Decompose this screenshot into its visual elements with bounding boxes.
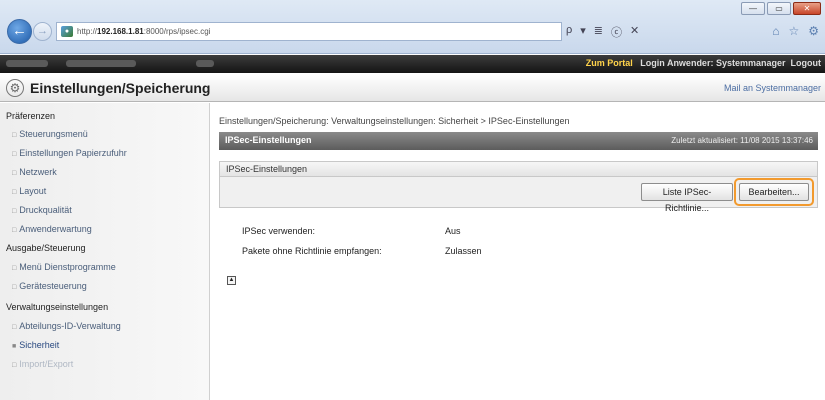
sidebar-item-network[interactable]: □ Netzwerk bbox=[12, 167, 57, 177]
sidebar-group-management: Verwaltungseinstellungen bbox=[6, 302, 109, 312]
sidebar-item-paper-source[interactable]: □ Einstellungen Papierzufuhr bbox=[12, 148, 127, 158]
sidebar-item-label: Import/Export bbox=[19, 359, 74, 369]
sidebar-item-label: Netzwerk bbox=[19, 167, 57, 177]
login-user-label: Login Anwender: Systemmanager bbox=[640, 58, 786, 68]
sidebar-item-department-id[interactable]: □ Abteilungs-ID-Verwaltung bbox=[12, 321, 121, 331]
bullet-square-icon: □ bbox=[12, 227, 17, 234]
section-button-bar: Liste IPSec-Richtlinie... Bearbeiten... bbox=[220, 177, 817, 213]
maximize-button[interactable]: ▭ bbox=[767, 2, 791, 15]
sidebar: Präferenzen □ Steuerungsmenü □ Einstellung… bbox=[0, 103, 210, 400]
star-icon[interactable]: ☆ bbox=[788, 24, 799, 38]
sidebar-group-output-control: Ausgabe/Steuerung bbox=[6, 243, 86, 253]
sidebar-item-label: Steuerungsmenü bbox=[19, 129, 88, 139]
refresh-icon[interactable]: ⓒ bbox=[611, 24, 622, 40]
address-bar[interactable]: ● http://192.168.1.81:8000/rps/ipsec.cgi bbox=[56, 22, 562, 41]
home-icon[interactable]: ⌂ bbox=[772, 24, 779, 38]
receive-non-policy-label: Pakete ohne Richtlinie empfangen: bbox=[242, 246, 382, 256]
sidebar-item-print-quality[interactable]: □ Druckqualität bbox=[12, 205, 72, 215]
bullet-square-icon: □ bbox=[12, 265, 17, 272]
device-header-bar: Zum Portal Login Anwender: Systemmanager… bbox=[0, 55, 825, 73]
bullet-square-icon: □ bbox=[12, 170, 17, 177]
settings-gear-icon: ⚙ bbox=[6, 79, 24, 97]
sidebar-item-control-menu[interactable]: □ Steuerungsmenü bbox=[12, 129, 88, 139]
stop-icon[interactable]: ✕ bbox=[630, 24, 639, 40]
sidebar-item-security[interactable]: ■ Sicherheit bbox=[12, 340, 59, 350]
arrow-right-icon: → bbox=[37, 25, 48, 37]
page-title: Einstellungen/Speicherung bbox=[30, 80, 211, 96]
browser-favorites: ⌂ ☆ ⚙ bbox=[772, 24, 819, 38]
bullet-square-icon: □ bbox=[12, 132, 17, 139]
section-title: IPSec-Einstellungen bbox=[220, 162, 817, 177]
dropdown-icon[interactable]: ▾ bbox=[580, 24, 586, 40]
sidebar-item-label: Druckqualität bbox=[19, 205, 72, 215]
arrow-left-icon: ← bbox=[12, 22, 27, 39]
bullet-square-icon: □ bbox=[12, 284, 17, 291]
sidebar-item-utility-menu[interactable]: □ Menü Dienstprogramme bbox=[12, 262, 116, 272]
sidebar-item-device-control[interactable]: □ Gerätesteuerung bbox=[12, 281, 87, 291]
bullet-square-icon: □ bbox=[12, 208, 17, 215]
device-name-redacted bbox=[6, 60, 48, 67]
ipsec-settings-section: IPSec-Einstellungen Liste IPSec-Richtlin… bbox=[219, 161, 818, 213]
sidebar-item-layout[interactable]: □ Layout bbox=[12, 186, 46, 196]
last-updated-timestamp: Zuletzt aktualisiert: 11/08 2015 13:37:4… bbox=[671, 136, 813, 145]
sidebar-item-label: Gerätesteuerung bbox=[19, 281, 87, 291]
sidebar-item-import-export[interactable]: □ Import/Export bbox=[12, 359, 73, 369]
ipsec-use-label: IPSec verwenden: bbox=[242, 226, 316, 236]
callout-highlight bbox=[734, 178, 814, 206]
panel-header: IPSec-Einstellungen Zuletzt aktualisiert… bbox=[219, 132, 818, 150]
bullet-square-icon: □ bbox=[12, 362, 17, 369]
sidebar-item-label: Sicherheit bbox=[19, 340, 60, 350]
sidebar-item-label: Einstellungen Papierzufuhr bbox=[19, 148, 127, 158]
logout-link[interactable]: Logout bbox=[791, 58, 822, 68]
browser-chrome: — ▭ ✕ ← → ● http://192.168.1.81:8000/rps… bbox=[0, 0, 825, 54]
sidebar-item-label: Layout bbox=[19, 186, 47, 196]
receive-non-policy-value: Zulassen bbox=[445, 246, 482, 256]
panel-title: IPSec-Einstellungen bbox=[225, 135, 312, 145]
bullet-square-icon: □ bbox=[12, 189, 17, 196]
bullet-square-icon: □ bbox=[12, 324, 17, 331]
address-tools: ρ ▾ ≣ ⓒ ✕ bbox=[566, 24, 639, 40]
compat-view-icon[interactable]: ≣ bbox=[594, 24, 603, 40]
site-favicon-icon: ● bbox=[61, 26, 73, 37]
ipsec-policy-list-button[interactable]: Liste IPSec-Richtlinie... bbox=[641, 183, 733, 213]
back-button[interactable]: ← bbox=[7, 19, 32, 44]
ipsec-use-value: Aus bbox=[445, 226, 461, 236]
sidebar-item-label: Menü Dienstprogramme bbox=[19, 262, 116, 272]
sidebar-item-user-maintenance[interactable]: □ Anwenderwartung bbox=[12, 224, 92, 234]
header-links: Zum Portal Login Anwender: Systemmanager… bbox=[586, 58, 821, 68]
url-text: http://192.168.1.81:8000/rps/ipsec.cgi bbox=[77, 27, 211, 36]
bullet-square-icon: □ bbox=[12, 151, 17, 158]
page-title-bar: ⚙ Einstellungen/Speicherung Mail an Syst… bbox=[0, 74, 825, 102]
forward-button[interactable]: → bbox=[33, 22, 52, 41]
bullet-square-icon: ■ bbox=[12, 343, 17, 350]
device-info-redacted bbox=[196, 60, 214, 67]
device-location-redacted bbox=[66, 60, 136, 67]
minimize-button[interactable]: — bbox=[741, 2, 765, 15]
search-icon[interactable]: ρ bbox=[566, 24, 572, 40]
gear-icon[interactable]: ⚙ bbox=[808, 24, 819, 38]
sidebar-item-label: Abteilungs-ID-Verwaltung bbox=[19, 321, 121, 331]
close-window-button[interactable]: ✕ bbox=[793, 2, 821, 15]
scroll-top-icon[interactable]: ▲ bbox=[227, 276, 236, 285]
window-controls: — ▭ ✕ bbox=[741, 2, 821, 15]
mail-admin-link[interactable]: Mail an Systemmanager bbox=[724, 83, 821, 93]
portal-link[interactable]: Zum Portal bbox=[586, 58, 633, 68]
sidebar-group-preferences: Präferenzen bbox=[6, 111, 56, 121]
sidebar-item-label: Anwenderwartung bbox=[19, 224, 92, 234]
breadcrumb: Einstellungen/Speicherung: Verwaltungsei… bbox=[219, 116, 570, 126]
ipsec-settings-panel: IPSec-Einstellungen Zuletzt aktualisiert… bbox=[219, 132, 818, 213]
